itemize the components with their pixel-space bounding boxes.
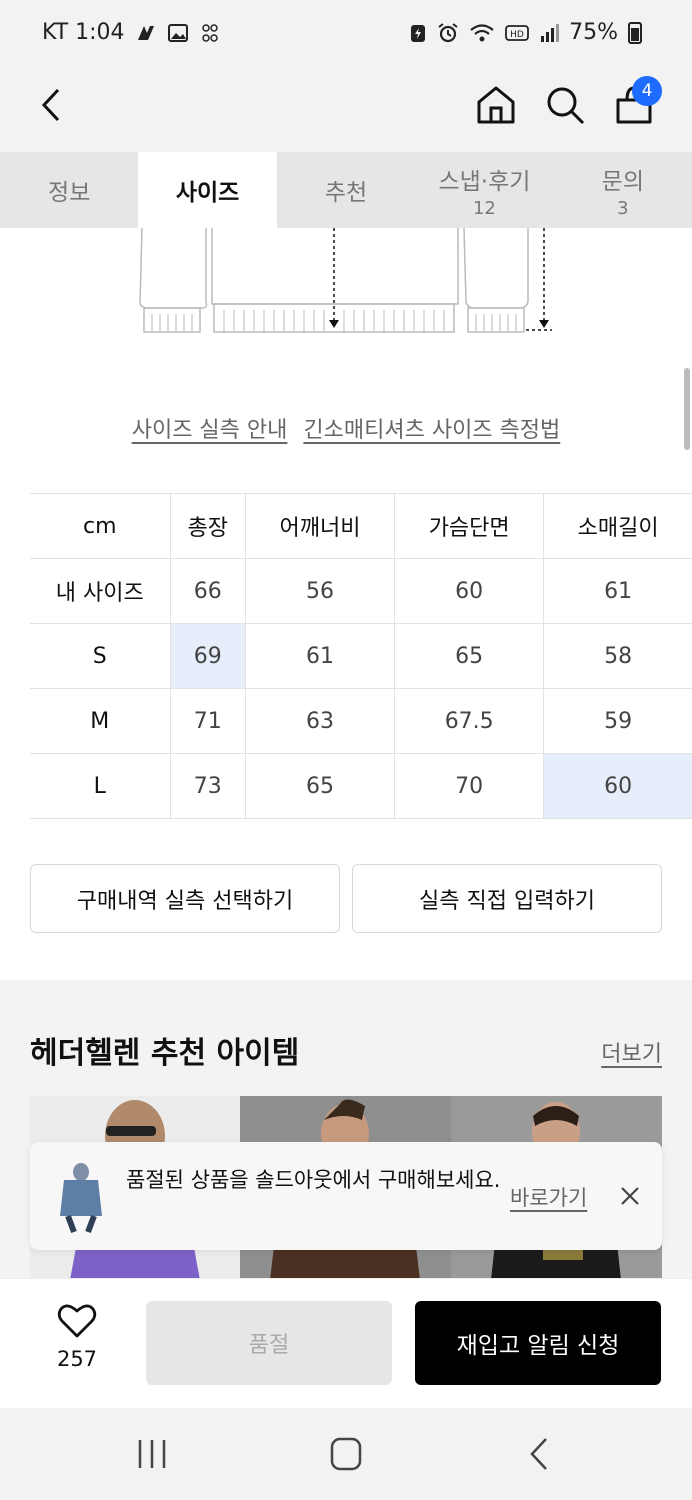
system-nav-bar <box>0 1408 692 1500</box>
table-cell-highlight: 60 <box>543 753 692 819</box>
recent-apps-icon[interactable] <box>132 1436 172 1472</box>
table-cell: 61 <box>244 623 395 689</box>
table-header-row: cm 총장 어깨너비 가슴단면 소매길이 <box>30 493 692 559</box>
direct-input-button[interactable]: 실측 직접 입력하기 <box>352 864 662 933</box>
restock-alert-button[interactable]: 재입고 알림 신청 <box>415 1301 661 1385</box>
home-icon <box>477 86 515 124</box>
table-cell: 내 사이즈 <box>30 558 170 624</box>
wifi-icon <box>470 23 494 41</box>
table-cell: 73 <box>169 753 246 819</box>
table-row: 내 사이즈 66 56 60 61 <box>30 558 692 624</box>
table-cell: 61 <box>543 558 692 624</box>
like-count: 257 <box>56 1347 98 1371</box>
tab-count: 12 <box>472 197 496 219</box>
alarm-icon <box>438 22 458 42</box>
table-row: M 71 63 67.5 59 <box>30 688 692 754</box>
home-button[interactable] <box>471 80 521 130</box>
soldout-toast: 품절된 상품을 솔드아웃에서 구매해보세요. 바로가기 <box>30 1142 662 1250</box>
table-cell: S <box>30 623 170 689</box>
size-links: 사이즈 실측 안내 긴소매티셔츠 사이즈 측정법 <box>0 412 692 444</box>
status-bar: KT 1:04 HD 75% <box>0 0 692 68</box>
hd-icon: HD <box>505 24 529 41</box>
toast-message: 품절된 상품을 솔드아웃에서 구매해보세요. <box>126 1168 501 1192</box>
chevron-left-icon <box>41 88 60 122</box>
battery-icon <box>628 21 642 44</box>
table-cell: 70 <box>394 753 544 819</box>
back-nav-icon[interactable] <box>520 1436 560 1472</box>
carrier-time: KT 1:04 <box>42 20 125 45</box>
recommend-title: 헤더헬렌 추천 아이템 <box>30 1036 300 1071</box>
tab-label: 스냅·후기 <box>438 168 531 195</box>
purchase-history-measure-button[interactable]: 구매내역 실측 선택하기 <box>30 864 340 933</box>
table-cell: M <box>30 688 170 754</box>
table-header-cell: 어깨너비 <box>244 493 395 559</box>
tab-label: 추천 <box>324 180 368 206</box>
go-link[interactable]: 바로가기 <box>510 1182 587 1212</box>
status-left: KT 1:04 <box>42 20 221 45</box>
table-cell: 60 <box>394 558 544 624</box>
home-nav-icon[interactable] <box>326 1436 366 1472</box>
cart-count-badge: 4 <box>632 76 662 106</box>
table-cell: 67.5 <box>394 688 544 754</box>
size-table: cm 총장 어깨너비 가슴단면 소매길이 내 사이즈 66 56 60 61 S… <box>30 493 692 819</box>
tab-recommend[interactable]: 추천 <box>277 152 415 228</box>
back-button[interactable] <box>28 80 78 130</box>
search-icon <box>547 87 585 125</box>
status-right: HD 75% <box>409 20 642 45</box>
soldout-button: 품절 <box>146 1301 392 1385</box>
toast-product-image <box>48 1158 114 1234</box>
bottom-action-bar: 257 품절 재입고 알림 신청 <box>0 1278 692 1408</box>
tab-label: 사이즈 <box>175 180 240 206</box>
svg-text:HD: HD <box>510 30 524 40</box>
search-button[interactable] <box>540 80 590 130</box>
table-row: S 69 61 65 58 <box>30 623 692 689</box>
tab-count: 3 <box>617 197 629 219</box>
tab-inquiry[interactable]: 문의 3 <box>554 152 692 228</box>
table-cell: 58 <box>543 623 692 689</box>
tab-snap-review[interactable]: 스냅·후기 12 <box>415 152 553 228</box>
table-row: L 73 65 70 60 <box>30 753 692 819</box>
like-button[interactable]: 257 <box>40 1303 114 1371</box>
toast-thumbnail <box>48 1158 114 1234</box>
tab-size[interactable]: 사이즈 <box>138 152 277 228</box>
table-cell: 71 <box>169 688 246 754</box>
table-header-cell: 가슴단면 <box>394 493 544 559</box>
table-cell: L <box>30 753 170 819</box>
size-guide-link[interactable]: 사이즈 실측 안내 <box>132 412 288 444</box>
measure-method-link[interactable]: 긴소매티셔츠 사이즈 측정법 <box>303 412 560 444</box>
table-cell: 66 <box>169 558 246 624</box>
battery-percent: 75% <box>569 20 618 45</box>
image-icon <box>167 23 188 42</box>
tab-label: 문의 <box>601 168 644 195</box>
more-link[interactable]: 더보기 <box>601 1036 662 1068</box>
heart-icon <box>57 1304 97 1338</box>
battery-saver-icon <box>411 24 426 42</box>
table-header-cell: 총장 <box>169 493 246 559</box>
table-cell-highlight: 69 <box>169 623 246 689</box>
close-icon[interactable] <box>616 1182 644 1210</box>
measure-button-row: 구매내역 실측 선택하기 실측 직접 입력하기 <box>30 864 662 933</box>
table-cell: 65 <box>244 753 395 819</box>
table-cell: 63 <box>244 688 395 754</box>
tab-bar: 정보 사이즈 추천 스냅·후기 12 문의 3 <box>0 152 692 228</box>
app-header <box>0 68 692 152</box>
table-header-cell: 소매길이 <box>543 493 692 559</box>
table-header-cell: cm <box>30 493 170 559</box>
tab-label: 정보 <box>48 180 91 206</box>
tab-info[interactable]: 정보 <box>0 152 138 228</box>
notification-icon <box>137 25 154 40</box>
table-cell: 65 <box>394 623 544 689</box>
table-cell: 56 <box>244 558 395 624</box>
signal-icon <box>541 23 560 42</box>
table-cell: 59 <box>543 688 692 754</box>
app-icon <box>201 23 218 42</box>
size-diagram <box>139 228 552 333</box>
